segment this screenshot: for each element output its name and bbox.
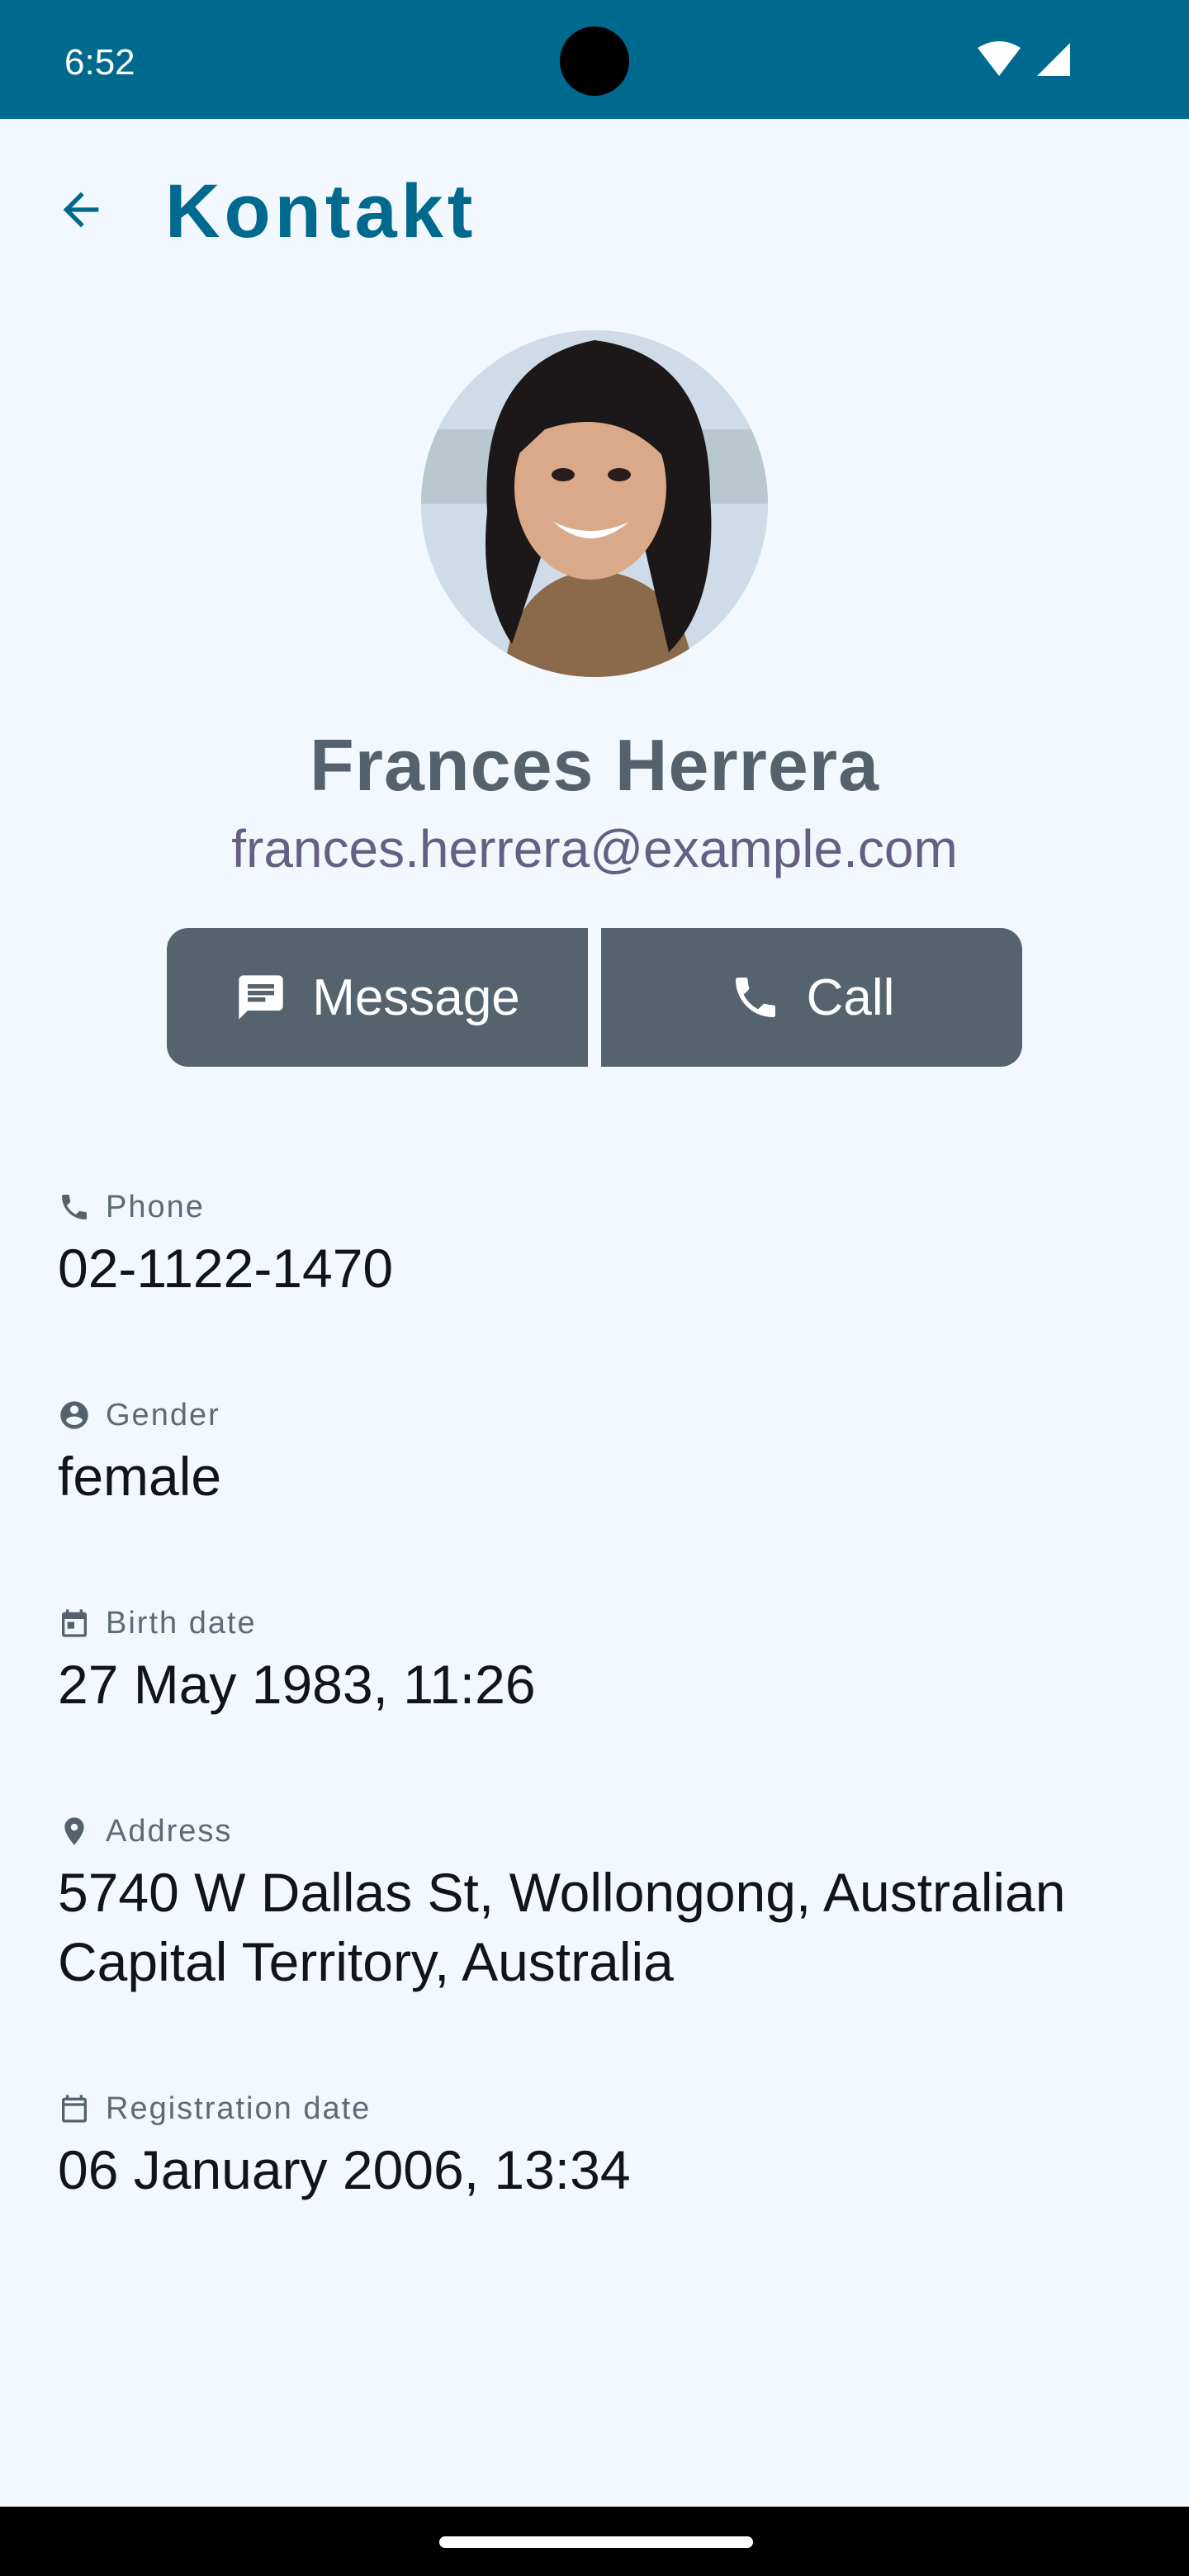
- field-value: 02-1122-1470: [58, 1238, 394, 1299]
- location-pin-icon: [58, 1815, 91, 1848]
- field-birth-date: Birth date 27 May 1983, 11:26: [58, 1602, 1148, 1719]
- field-label: Registration date: [106, 2091, 372, 2126]
- field-registration-date: Registration date 06 January 2006, 13:34: [58, 2087, 1148, 2204]
- field-phone: Phone 02-1122-1470: [58, 1186, 1148, 1303]
- call-button[interactable]: Call: [601, 928, 1022, 1067]
- message-button-label: Message: [312, 968, 520, 1026]
- status-bar: 6:52: [0, 0, 1189, 119]
- arrow-back-icon: [63, 192, 99, 228]
- field-value: female: [58, 1446, 222, 1507]
- field-value: 27 May 1983, 11:26: [58, 1654, 536, 1715]
- field-label: Gender: [106, 1398, 220, 1432]
- message-button[interactable]: Message: [167, 928, 588, 1067]
- cellular-signal-icon: [1037, 43, 1070, 76]
- field-label: Address: [106, 1814, 233, 1849]
- field-value: 5740 W Dallas St, Wollongong, Australian…: [58, 1862, 1066, 1992]
- field-label: Phone: [106, 1190, 205, 1224]
- avatar: [421, 330, 768, 677]
- chat-bubble-icon: [234, 971, 287, 1024]
- calendar-icon: [58, 1607, 91, 1640]
- status-icons: [974, 40, 1090, 83]
- home-indicator[interactable]: [439, 2536, 753, 2548]
- contact-name: Frances Herrera: [309, 724, 880, 806]
- call-button-label: Call: [806, 968, 895, 1026]
- camera-cutout: [560, 26, 629, 96]
- back-button[interactable]: [46, 175, 116, 244]
- field-gender: Gender female: [58, 1394, 1148, 1511]
- field-address: Address 5740 W Dallas St, Wollongong, Au…: [58, 1810, 1148, 1996]
- phone-icon: [729, 971, 782, 1024]
- status-time: 6:52: [64, 42, 135, 83]
- calendar-icon: [58, 2092, 91, 2125]
- page-title: Kontakt: [165, 169, 477, 253]
- phone-icon: [58, 1191, 91, 1224]
- contact-email[interactable]: frances.herrera@example.com: [0, 817, 1189, 880]
- account-circle-icon: [58, 1399, 91, 1432]
- field-value: 06 January 2006, 13:34: [58, 2139, 631, 2200]
- field-label: Birth date: [106, 1606, 257, 1641]
- wifi-icon: [978, 41, 1021, 76]
